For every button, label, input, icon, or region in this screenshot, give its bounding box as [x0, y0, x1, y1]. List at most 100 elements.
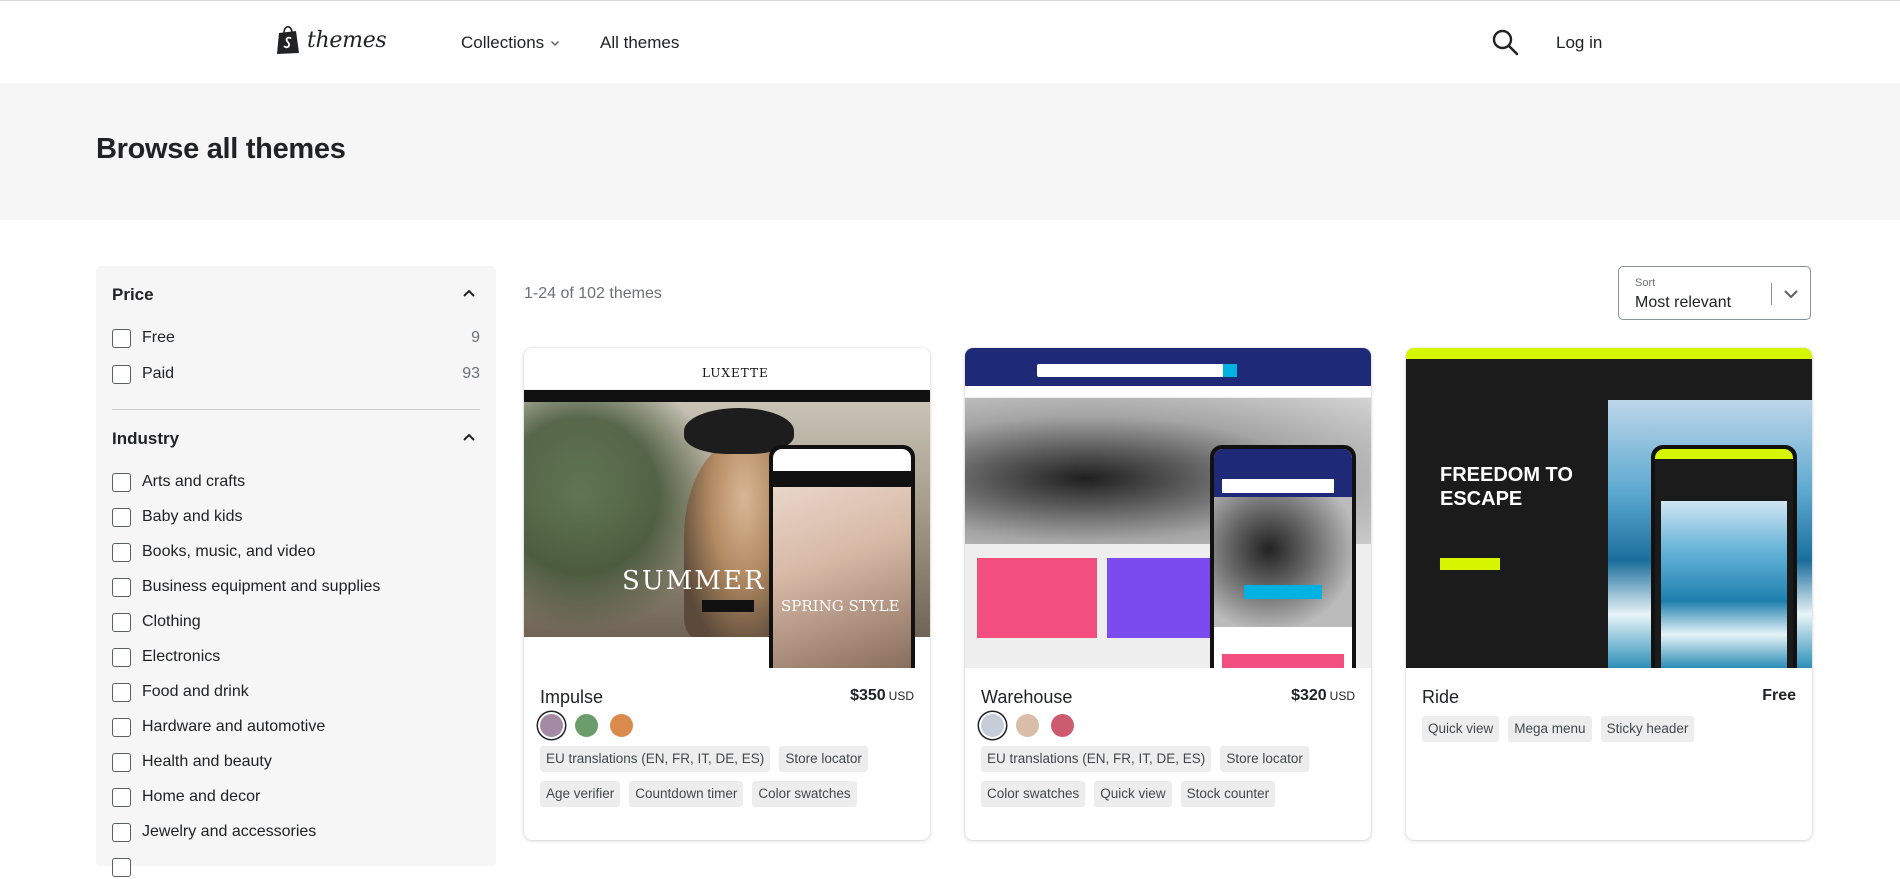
chevron-up-icon[interactable] — [462, 288, 476, 298]
theme-preview-image[interactable] — [965, 348, 1371, 668]
phone-pink-tile — [1222, 654, 1344, 668]
checkbox[interactable] — [112, 328, 131, 348]
filter-label: Business equipment and supplies — [142, 578, 381, 595]
sort-select[interactable]: Sort Most relevant — [1618, 266, 1811, 320]
theme-preview-image[interactable]: LUXETTE SUMMER V SPRING STYLE — [524, 348, 930, 668]
theme-name[interactable]: Ride — [1422, 687, 1459, 708]
feature-tag: Store locator — [779, 746, 868, 772]
theme-card-warehouse[interactable]: Warehouse $320 USD EU translations (EN, F… — [965, 348, 1371, 840]
phone-promo-bar — [773, 471, 911, 487]
checkbox[interactable] — [112, 682, 131, 702]
style-swatch[interactable] — [610, 714, 633, 737]
checkbox[interactable] — [112, 717, 131, 737]
preview-logo: LUXETTE — [702, 366, 769, 380]
feature-tag: Countdown timer — [629, 781, 744, 807]
price-filter-free[interactable]: Free 9 — [112, 326, 480, 350]
checkbox[interactable] — [112, 647, 131, 667]
style-swatch-selected[interactable] — [981, 714, 1004, 737]
price-filter-heading[interactable]: Price — [112, 285, 154, 305]
preview-tile-pink — [977, 558, 1097, 638]
feature-tag: Mega menu — [1508, 716, 1592, 742]
filter-label: Hardware and automotive — [142, 718, 326, 735]
phone-screen: SPRING STYLE — [773, 449, 911, 668]
logo-text: themes — [307, 27, 387, 53]
checkbox[interactable] — [112, 364, 131, 384]
theme-name[interactable]: Warehouse — [981, 687, 1072, 708]
phone-search-bar — [1222, 479, 1334, 493]
industry-filter-item[interactable]: Books, music, and video — [112, 540, 480, 564]
filter-label: Jewelry and accessories — [142, 823, 317, 840]
theme-card-impulse[interactable]: LUXETTE SUMMER V SPRING STYLE Impulse $3… — [524, 348, 930, 840]
preview-nav — [965, 356, 1371, 386]
search-icon[interactable] — [1491, 28, 1519, 56]
checkbox[interactable] — [112, 822, 131, 842]
divider — [112, 409, 480, 410]
preview-hero-title: FREEDOM TO ESCAPE — [1440, 463, 1573, 511]
shopify-bag-icon — [277, 25, 299, 54]
preview-announcement-bar — [1406, 348, 1812, 359]
price-amount: $350 — [850, 687, 886, 704]
preview-nav: LUXETTE — [524, 358, 930, 390]
checkbox[interactable] — [112, 542, 131, 562]
feature-tags: Color swatches Quick view Stock counter — [981, 781, 1361, 816]
theme-price: $320 USD — [1291, 687, 1355, 705]
site-header: themes Collections All themes Log in — [0, 1, 1900, 83]
checkbox[interactable] — [112, 857, 131, 877]
industry-filter-item[interactable]: Food and drink — [112, 680, 480, 704]
filter-count: 9 — [471, 329, 480, 346]
theme-preview-image[interactable]: FREEDOM TO ESCAPE — [1406, 348, 1812, 668]
style-swatch-selected[interactable] — [540, 714, 563, 737]
industry-filter-item[interactable]: Electronics — [112, 645, 480, 669]
preview-phone-mockup — [1210, 445, 1356, 668]
feature-tag: EU translations (EN, FR, IT, DE, ES) — [981, 746, 1212, 772]
checkbox[interactable] — [112, 577, 131, 597]
price-filter-paid[interactable]: Paid 93 — [112, 362, 480, 386]
preview-title-line: FREEDOM TO — [1440, 464, 1573, 486]
price-currency: USD — [888, 689, 914, 703]
filter-label: Arts and crafts — [142, 473, 246, 490]
login-link[interactable]: Log in — [1556, 33, 1602, 53]
shopify-themes-logo[interactable]: themes — [276, 25, 387, 55]
industry-filter-item[interactable]: Business equipment and supplies — [112, 575, 480, 599]
feature-tag: Sticky header — [1600, 716, 1695, 742]
style-swatches — [540, 714, 645, 737]
filter-count: 93 — [462, 365, 480, 382]
filter-label: Clothing — [142, 613, 201, 630]
industry-filter-item[interactable]: Clothing — [112, 610, 480, 634]
preview-title-line: ESCAPE — [1440, 488, 1523, 510]
industry-filter-heading[interactable]: Industry — [112, 429, 179, 449]
style-swatch[interactable] — [1051, 714, 1074, 737]
feature-tag: Stock counter — [1180, 781, 1276, 807]
phone-screen — [1214, 449, 1352, 668]
price-amount: Free — [1762, 687, 1796, 704]
feature-tags: Quick view Mega menu Sticky header — [1422, 716, 1802, 751]
feature-tag: Age verifier — [540, 781, 621, 807]
checkbox[interactable] — [112, 472, 131, 492]
price-amount: $320 — [1291, 687, 1327, 704]
nav-all-themes[interactable]: All themes — [600, 33, 679, 53]
style-swatch[interactable] — [1016, 714, 1039, 737]
theme-name[interactable]: Impulse — [540, 687, 603, 708]
feature-tag: EU translations (EN, FR, IT, DE, ES) — [540, 746, 771, 772]
nav-collections[interactable]: Collections — [461, 33, 560, 53]
phone-cta-button — [1244, 585, 1322, 599]
filter-label: Books, music, and video — [142, 543, 316, 560]
industry-filter-item[interactable]: Baby and kids — [112, 505, 480, 529]
industry-filter-item[interactable]: Health and beauty — [112, 750, 480, 774]
industry-filter-item[interactable]: Home and decor — [112, 785, 480, 809]
industry-filter-item[interactable]: Hardware and automotive — [112, 715, 480, 739]
nav-collections-label: Collections — [461, 33, 545, 52]
checkbox[interactable] — [112, 612, 131, 632]
industry-filter-item[interactable]: Arts and crafts — [112, 470, 480, 494]
checkbox[interactable] — [112, 507, 131, 527]
checkbox[interactable] — [112, 787, 131, 807]
theme-card-ride[interactable]: FREEDOM TO ESCAPE Ride Free Quick view M… — [1406, 348, 1812, 840]
phone-hero-photo — [1214, 497, 1352, 627]
style-swatch[interactable] — [575, 714, 598, 737]
page-title: Browse all themes — [96, 133, 346, 165]
checkbox[interactable] — [112, 752, 131, 772]
preview-announcement-bar — [965, 348, 1371, 356]
industry-filter-item[interactable]: Jewelry and accessories — [112, 820, 480, 844]
phone-hero-text: SPRING STYLE — [781, 597, 900, 615]
chevron-up-icon[interactable] — [462, 432, 476, 442]
